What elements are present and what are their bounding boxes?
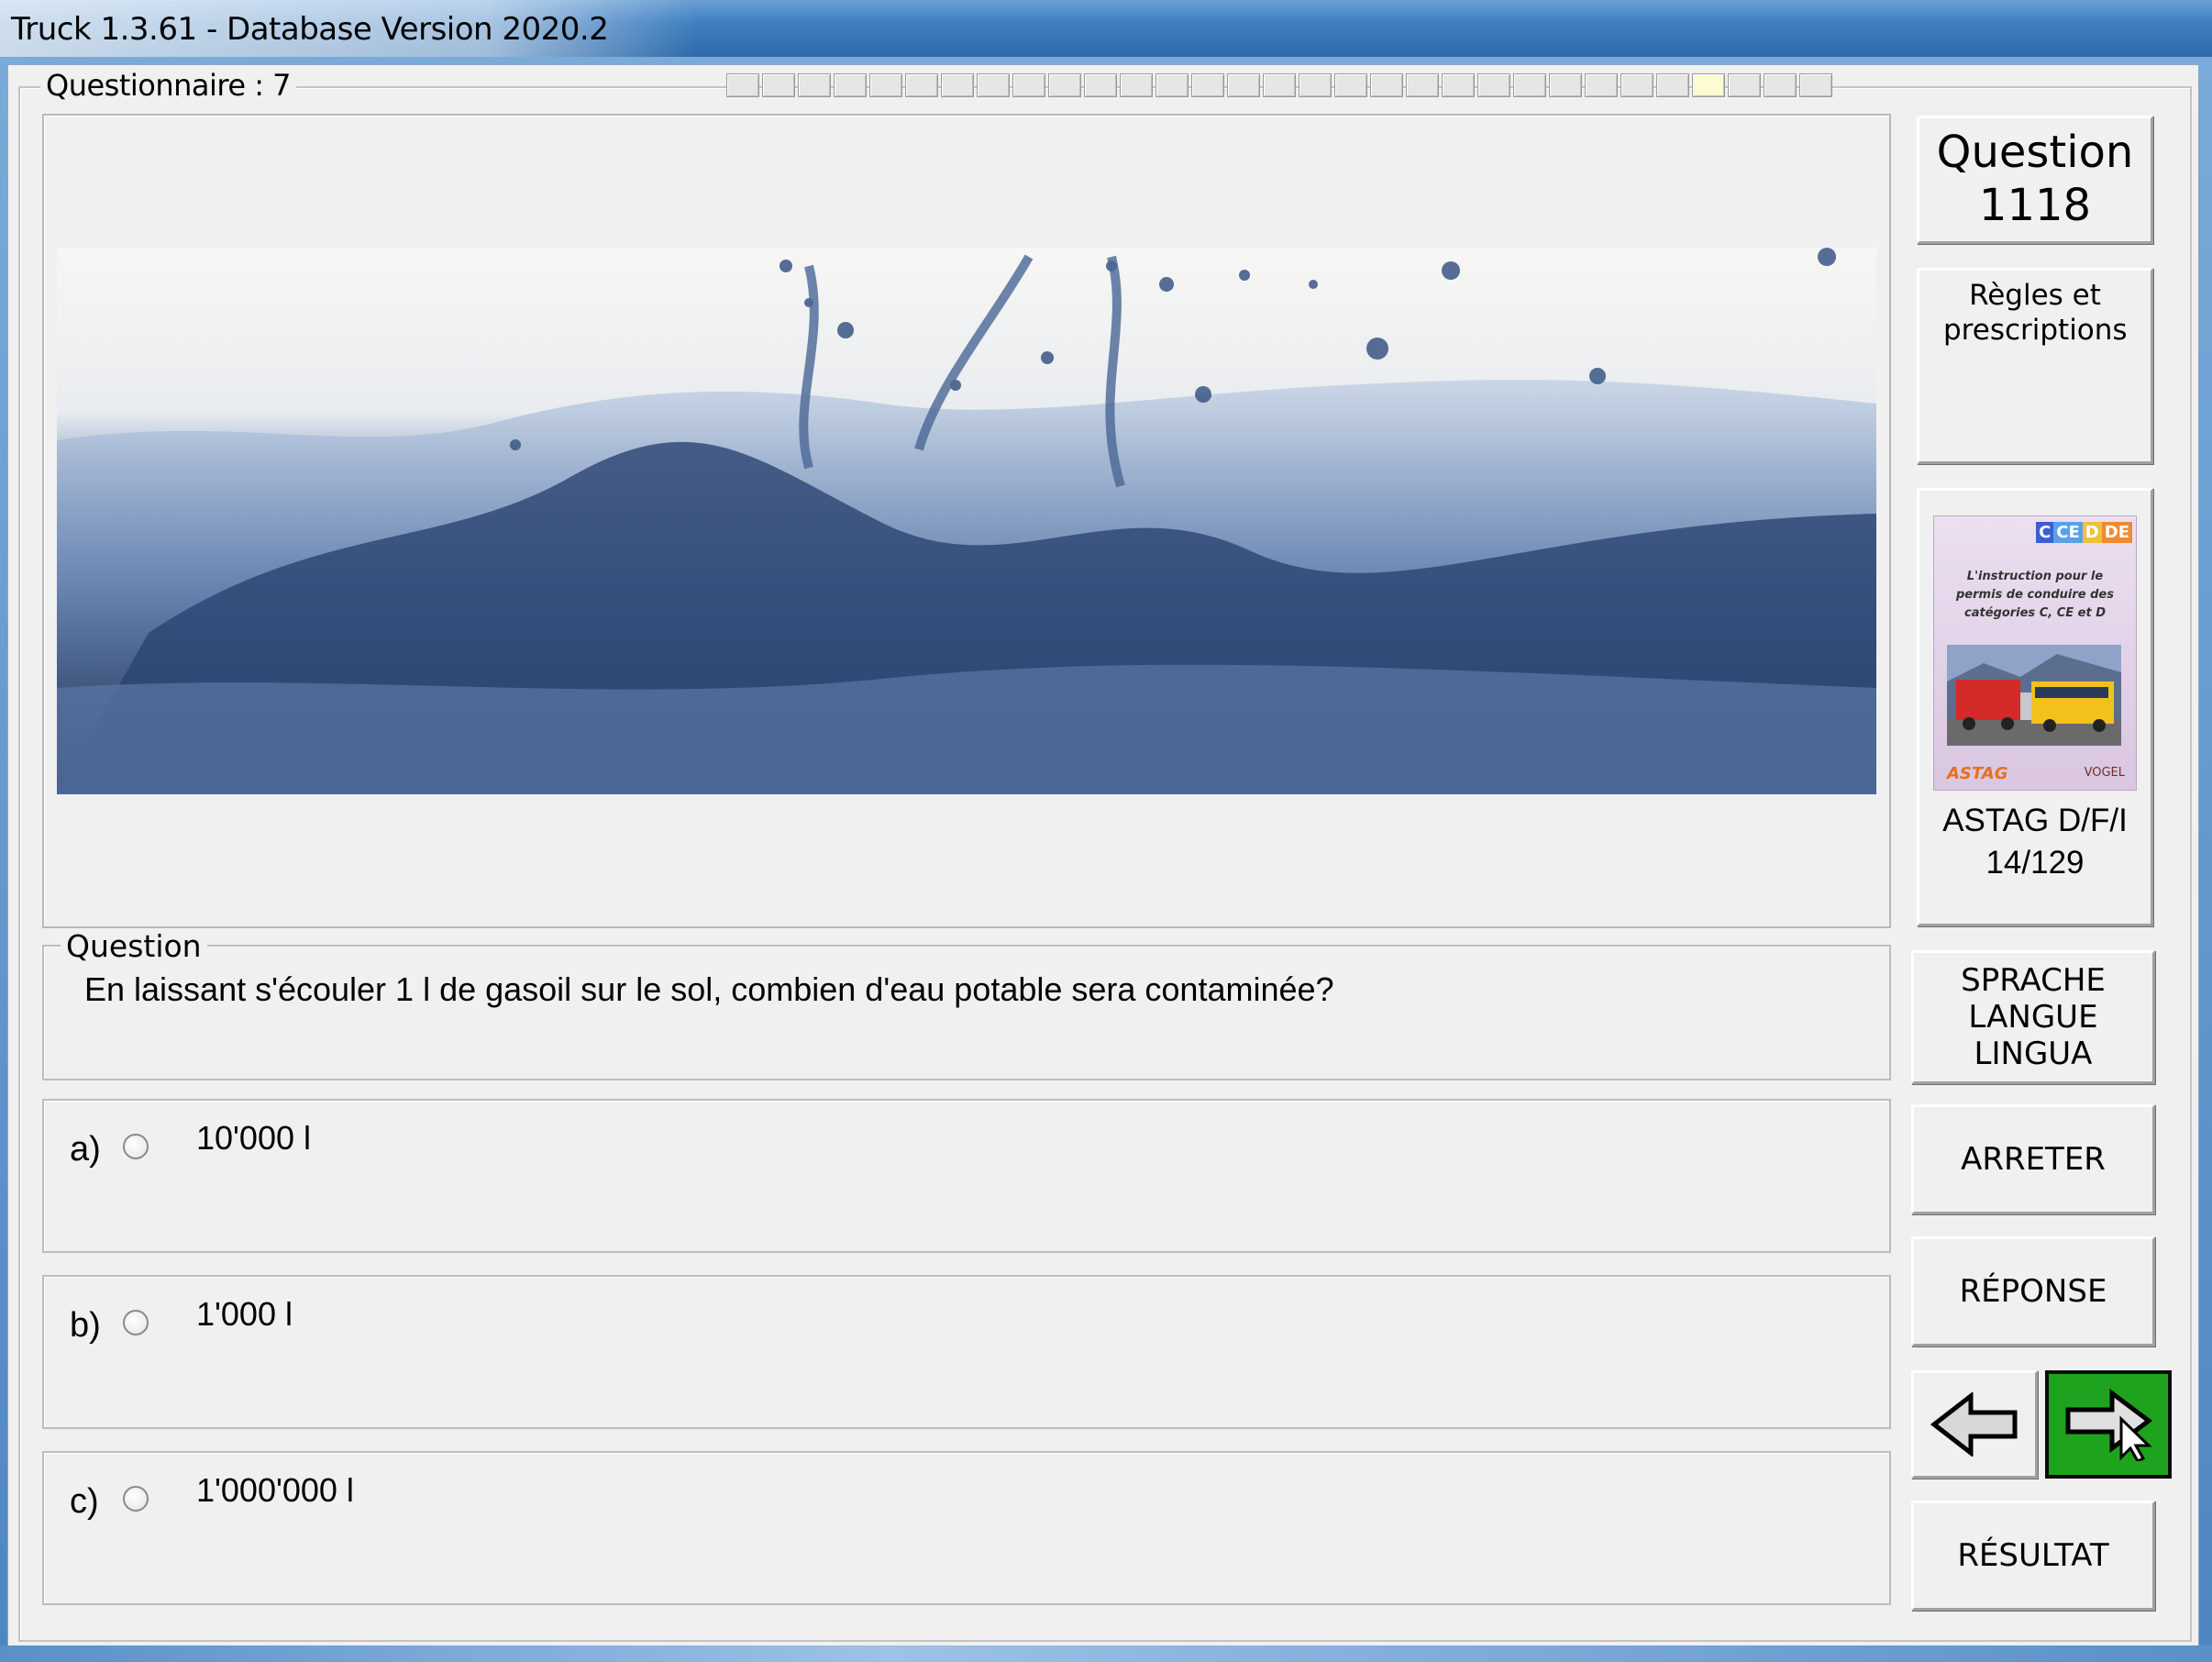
progress-cell xyxy=(1406,73,1439,97)
progress-cell xyxy=(1692,73,1725,97)
result-button-label: RÉSULTAT xyxy=(1957,1537,2109,1574)
cover-category-tags: C CE D DE xyxy=(2036,522,2132,543)
questionnaire-progress xyxy=(726,73,1835,99)
answer-b-radio[interactable] xyxy=(123,1310,149,1335)
category-box: Règles et prescriptions xyxy=(1917,268,2153,464)
cover-astag-logo: ASTAG xyxy=(1947,764,2008,783)
language-button[interactable]: SPRACHE LANGUE LINGUA xyxy=(1911,950,2155,1084)
progress-cell xyxy=(1370,73,1403,97)
progress-cell xyxy=(1513,73,1546,97)
result-button[interactable]: RÉSULTAT xyxy=(1911,1501,2155,1611)
water-splash-image xyxy=(57,248,1876,794)
questionnaire-label: Questionnaire : 7 xyxy=(40,68,297,103)
progress-cell xyxy=(1156,73,1189,97)
progress-cell xyxy=(977,73,1010,97)
book-cover-image: C CE D DE L'instruction pour le permis d… xyxy=(1933,515,2137,791)
progress-cell xyxy=(1334,73,1367,97)
progress-cell xyxy=(1299,73,1332,97)
question-number: 1118 xyxy=(1978,180,2092,231)
answer-c-letter: c) xyxy=(70,1482,99,1521)
progress-cell xyxy=(1620,73,1653,97)
window-bottom-edge xyxy=(0,1645,2212,1662)
progress-cell xyxy=(1477,73,1510,97)
progress-cell xyxy=(798,73,831,97)
answer-a-radio[interactable] xyxy=(123,1134,149,1159)
answer-a-text[interactable]: 10'000 l xyxy=(196,1119,311,1158)
answer-b-letter: b) xyxy=(70,1306,101,1345)
window-title: Truck 1.3.61 - Database Version 2020.2 xyxy=(11,11,609,48)
question-text: En laissant s'écouler 1 l de gasoil sur … xyxy=(84,970,1334,1008)
arrow-left-icon xyxy=(1930,1392,2018,1457)
book-reference-page: 14/129 xyxy=(1985,845,2085,881)
language-label-it: LINGUA xyxy=(1974,1036,2093,1072)
book-reference: ASTAG D/F/I 14/129 xyxy=(1922,800,2148,884)
language-label-fr: LANGUE xyxy=(1968,999,2098,1036)
stop-button[interactable]: ARRETER xyxy=(1911,1104,2155,1214)
answer-option-b[interactable] xyxy=(42,1275,1891,1429)
title-bar[interactable]: Truck 1.3.61 - Database Version 2020.2 xyxy=(0,0,2212,57)
question-group-label: Question xyxy=(61,928,207,964)
progress-cell xyxy=(1728,73,1761,97)
question-number-box: Question 1118 xyxy=(1917,116,2153,244)
progress-cell xyxy=(905,73,938,97)
cover-tag-c: C xyxy=(2036,522,2054,543)
stop-button-label: ARRETER xyxy=(1961,1141,2106,1178)
progress-cell xyxy=(1263,73,1296,97)
progress-cell xyxy=(1656,73,1689,97)
progress-cell xyxy=(1442,73,1475,97)
question-number-label: Question xyxy=(1936,127,2134,178)
answer-button[interactable]: RÉPONSE xyxy=(1911,1236,2155,1346)
progress-cell xyxy=(1012,73,1045,97)
previous-button[interactable] xyxy=(1911,1370,2038,1479)
arrow-right-icon xyxy=(2065,1389,2153,1461)
progress-cell xyxy=(1191,73,1224,97)
cover-tag-ce: CE xyxy=(2053,522,2083,543)
book-reference-title: ASTAG D/F/I xyxy=(1942,803,2128,838)
progress-cell xyxy=(762,73,795,97)
answer-a-letter: a) xyxy=(70,1130,101,1169)
progress-cell xyxy=(1549,73,1582,97)
progress-cell xyxy=(834,73,867,97)
cover-tag-d: D xyxy=(2082,522,2102,543)
question-group xyxy=(42,945,1891,1080)
progress-cell xyxy=(1120,73,1153,97)
category-text: Règles et prescriptions xyxy=(1943,279,2128,347)
progress-cell xyxy=(1799,73,1832,97)
cover-title: L'instruction pour le permis de conduire… xyxy=(1956,570,2114,620)
answer-button-label: RÉPONSE xyxy=(1959,1273,2107,1310)
answer-c-radio[interactable] xyxy=(123,1486,149,1512)
progress-cell xyxy=(1048,73,1081,97)
progress-cell xyxy=(1585,73,1618,97)
progress-cell xyxy=(869,73,902,97)
next-button[interactable] xyxy=(2045,1370,2172,1479)
cover-trucks-photo xyxy=(1947,645,2121,746)
progress-cell xyxy=(726,73,759,97)
progress-cell xyxy=(941,73,974,97)
progress-cell xyxy=(1227,73,1260,97)
progress-cell xyxy=(1764,73,1797,97)
language-label-de: SPRACHE xyxy=(1961,962,2106,999)
answer-b-text[interactable]: 1'000 l xyxy=(196,1295,293,1334)
progress-cell xyxy=(1084,73,1117,97)
cover-tag-de: DE xyxy=(2101,522,2132,543)
answer-c-text[interactable]: 1'000'000 l xyxy=(196,1471,354,1510)
cover-publisher-logo: VOGEL xyxy=(2084,766,2125,780)
answer-option-a[interactable] xyxy=(42,1099,1891,1253)
